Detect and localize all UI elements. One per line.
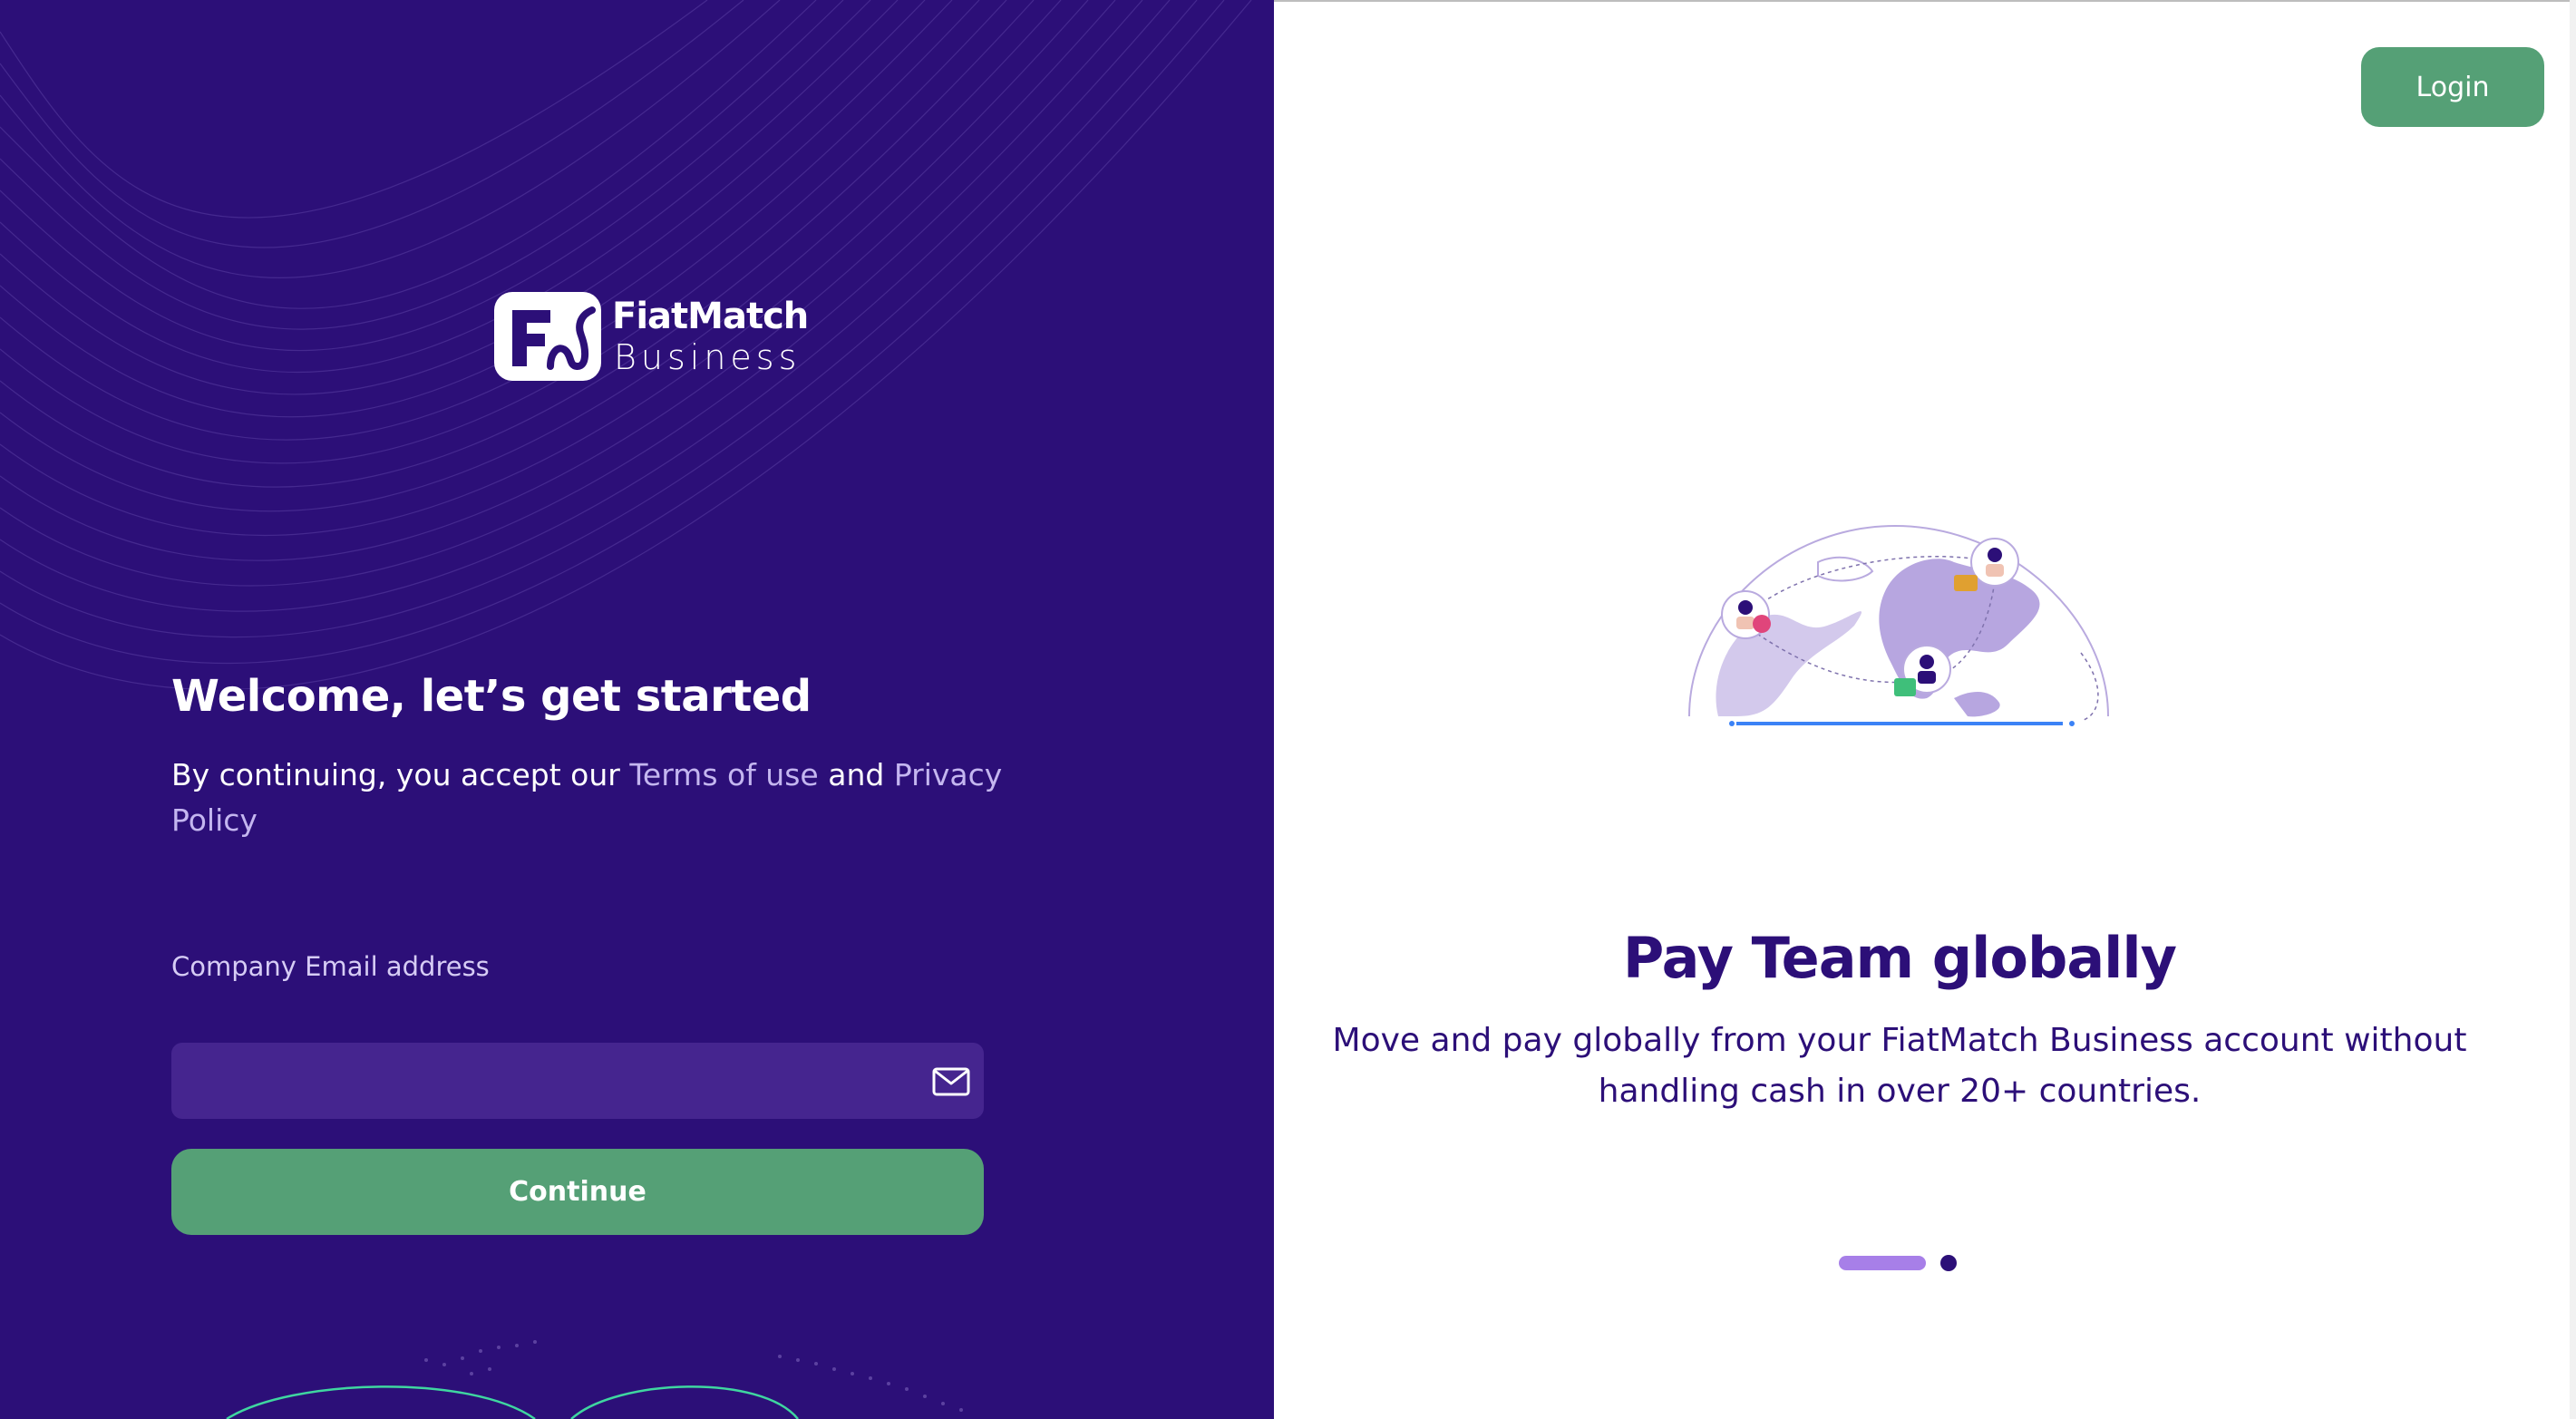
terms-of-use-link[interactable]: Terms of use — [629, 757, 818, 792]
login-button[interactable]: Login — [2361, 47, 2544, 127]
terms-notice: By continuing, you accept our Terms of u… — [171, 753, 1006, 843]
brand-subtitle: Business — [614, 337, 802, 377]
mail-icon — [932, 1067, 970, 1096]
email-field-container — [171, 1043, 984, 1119]
fiatmatch-logo: FiatMatch Business — [492, 290, 809, 384]
carousel-description: Move and pay globally from your FiatMatc… — [1332, 1022, 2467, 1110]
continue-button[interactable]: Continue — [171, 1149, 984, 1235]
global-payments-illustration — [1688, 524, 2109, 726]
fiatmatch-logo-icon — [494, 292, 601, 381]
carousel-indicators — [1839, 1254, 1957, 1272]
terms-prefix: By continuing, you accept our — [171, 757, 630, 792]
email-field[interactable] — [171, 1043, 897, 1119]
carousel-indicator[interactable] — [1940, 1255, 1957, 1271]
brand-name: FiatMatch — [612, 296, 809, 337]
terms-and: and — [818, 757, 894, 792]
globe-outline-decoration — [226, 1340, 963, 1419]
signup-panel: FiatMatch Business Welcome, let’s get st… — [0, 0, 1274, 1419]
scrollbar[interactable] — [2570, 0, 2576, 1419]
carousel-indicator-active[interactable] — [1839, 1256, 1926, 1270]
welcome-heading: Welcome, let’s get started — [171, 671, 812, 722]
email-label: Company Email address — [171, 951, 490, 982]
top-border — [1274, 0, 2576, 2]
carousel-title: Pay Team globally — [1622, 925, 2177, 991]
